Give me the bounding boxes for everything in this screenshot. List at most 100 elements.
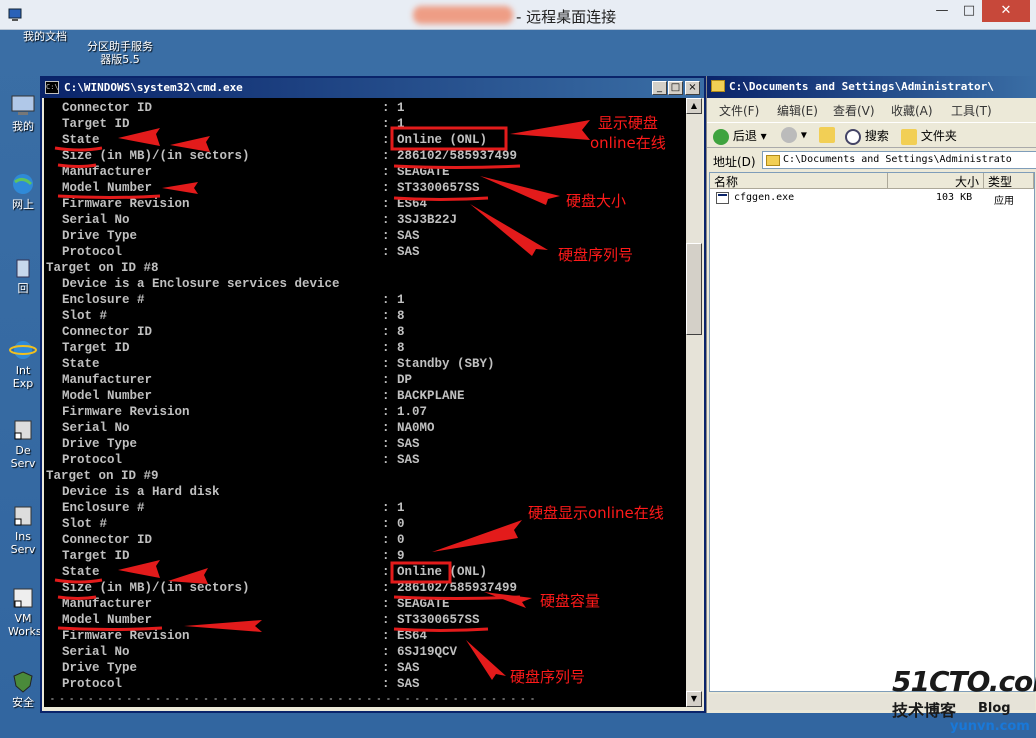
console-colon: : (382, 165, 390, 179)
search-button[interactable]: 搜索 (845, 127, 889, 145)
console-colon: : (382, 293, 390, 307)
desktop-icon-label: 安全 (12, 696, 34, 709)
desktop-icon-label: 回 (17, 282, 29, 295)
console-line: Drive Type: SAS (44, 437, 684, 453)
desktop-icon-my-documents[interactable]: 我的文档 (14, 30, 76, 43)
file-row[interactable]: cfggen.exe 103 KB 应用 (710, 191, 1034, 207)
desktop-icon-network[interactable]: 网上 (8, 172, 38, 211)
console-value: BACKPLANE (397, 389, 465, 403)
console-value: SAS (397, 437, 420, 451)
console-line: Drive Type: SAS (44, 229, 684, 245)
console-label: Manufacturer (62, 373, 153, 387)
console-label: State (62, 565, 100, 579)
cmd-close-button[interactable]: × (685, 81, 700, 95)
address-label: 地址(D) (713, 155, 756, 169)
console-label: Connector ID (62, 325, 153, 339)
console-label: State (62, 133, 100, 147)
console-colon: : (382, 357, 390, 371)
desktop-icon-my-computer[interactable]: 我的 (8, 94, 38, 133)
desktop-icon-partition-assistant[interactable]: 分区助手服务器版5.5 (84, 40, 156, 66)
console-value: 8 (397, 309, 405, 323)
back-arrow-icon (713, 128, 729, 145)
console-value: 1 (397, 501, 405, 515)
desktop-icon-vmware[interactable]: VM Works (8, 586, 42, 638)
close-button[interactable]: ✕ (982, 0, 1030, 22)
console-value: SAS (397, 661, 420, 675)
menu-favorites[interactable]: 收藏(A) (891, 102, 933, 119)
file-type: 应用 (994, 196, 1014, 207)
cmd-minimize-button[interactable]: _ (652, 81, 667, 95)
console-line: Manufacturer: DP (44, 373, 684, 389)
cmd-vertical-scrollbar[interactable]: ▲ ▼ (686, 98, 702, 707)
console-line: Connector ID:1 (44, 101, 684, 117)
explorer-window[interactable]: C:\Documents and Settings\Administrator\… (706, 76, 1036, 713)
console-value: ES64 (397, 629, 428, 643)
console-value: 1 (397, 117, 405, 131)
column-type[interactable]: 类型 (984, 173, 1034, 189)
desktop-icon-install-server[interactable]: Ins Serv (8, 504, 38, 556)
minimize-button[interactable]: — (930, 0, 954, 22)
back-button[interactable]: 后退 ▾ (713, 127, 767, 145)
explorer-menubar: 文件(F) 编辑(E) 查看(V) 收藏(A) 工具(T) (707, 100, 1036, 120)
console-value: SEAGATE (397, 165, 450, 179)
cmd-maximize-button[interactable]: □ (668, 81, 683, 95)
console-label: Enclosure # (62, 501, 145, 515)
desktop-icon-label: De Serv (10, 444, 36, 470)
column-size[interactable]: 大小 (888, 173, 984, 189)
console-colon: : (382, 453, 390, 467)
console-line: Device is a Enclosure services device (44, 277, 684, 293)
console-line: Serial No:3SJ3B22J (44, 213, 684, 229)
console-line: Target ID:1 (44, 117, 684, 133)
forward-button[interactable]: ▾ (781, 127, 807, 143)
console-value: 8 (397, 325, 405, 339)
cmd-titlebar[interactable]: C:\ C:\WINDOWS\system32\cmd.exe _ □ × (42, 78, 704, 98)
up-folder-button[interactable] (819, 127, 835, 143)
desktop-icon-device-server[interactable]: De Serv (8, 418, 38, 470)
desktop-icon-security[interactable]: 安全 (8, 670, 38, 709)
console-label: Serial No (62, 645, 130, 659)
watermark: 51CTO.com 技术博客 Blog yunvn.com (888, 665, 1036, 738)
restore-button[interactable]: □ (957, 0, 981, 22)
console-value: 1.07 (397, 405, 428, 419)
address-input[interactable]: C:\Documents and Settings\Administrato (762, 151, 1036, 169)
explorer-titlebar[interactable]: C:\Documents and Settings\Administrator\ (707, 76, 1036, 98)
console-value: 1 (397, 101, 405, 115)
console-value: ST3300657SS (397, 613, 480, 627)
console-colon: : (382, 565, 390, 579)
console-line: State: Standby (SBY) (44, 357, 684, 373)
console-line: Enclosure #:1 (44, 293, 684, 309)
console-value: 0 (397, 533, 405, 547)
desktop-icon-label: Ins Serv (10, 530, 36, 556)
console-line: Drive Type: SAS (44, 661, 684, 677)
console-label: Drive Type (62, 661, 138, 675)
folders-button[interactable]: 文件夹 (901, 127, 957, 145)
annotation-note-online-top: 显示硬盘 online在线 (590, 113, 666, 153)
scroll-up-arrow-icon[interactable]: ▲ (686, 98, 702, 114)
scrollbar-thumb[interactable] (686, 243, 702, 335)
scroll-down-arrow-icon[interactable]: ▼ (686, 691, 702, 707)
cmd-window[interactable]: C:\ C:\WINDOWS\system32\cmd.exe _ □ × Co… (40, 76, 706, 713)
watermark-blog: Blog (978, 701, 1011, 716)
file-name: cfggen.exe (734, 192, 795, 203)
console-value: ST3300657SS (397, 181, 480, 195)
console-line: Connector ID:0 (44, 533, 684, 549)
computer-icon (11, 95, 35, 115)
desktop-icon-internet-explorer[interactable]: Int Exp (8, 338, 38, 390)
menu-edit[interactable]: 编辑(E) (777, 102, 818, 119)
console-colon: : (382, 661, 390, 675)
recycle-bin-icon (16, 259, 30, 278)
file-list[interactable]: 名称 大小 类型 cfggen.exe 103 KB 应用 (709, 172, 1035, 692)
desktop-icon-recycle-bin[interactable]: 回 (8, 256, 38, 295)
menu-view[interactable]: 查看(V) (833, 102, 875, 119)
console-colon: : (382, 213, 390, 227)
desktop-icon-label: 我的文档 (23, 30, 67, 43)
console-line: Serial No: NA0MO (44, 421, 684, 437)
console-colon: : (382, 389, 390, 403)
menu-file[interactable]: 文件(F) (719, 102, 759, 119)
console-value: 1 (397, 293, 405, 307)
console-label: Target ID (62, 117, 130, 131)
console-line: Manufacturer: SEAGATE (44, 165, 684, 181)
column-name[interactable]: 名称 (710, 173, 888, 189)
annotation-note-disk-size: 硬盘大小 (566, 192, 627, 210)
menu-tools[interactable]: 工具(T) (951, 102, 992, 119)
